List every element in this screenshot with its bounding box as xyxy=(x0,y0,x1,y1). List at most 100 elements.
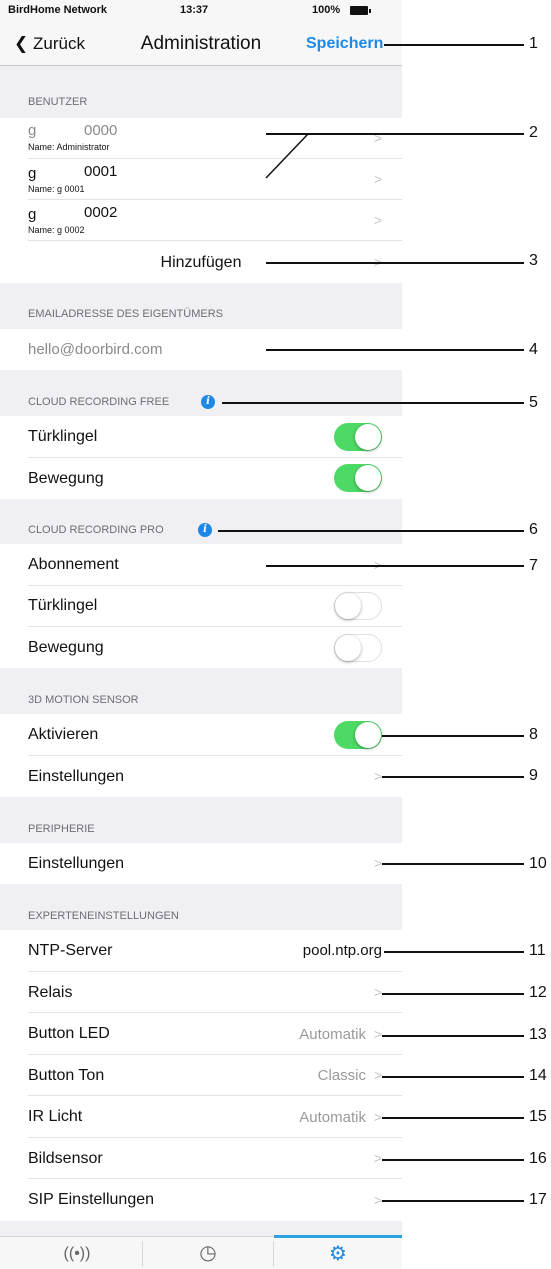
callout-number: 12 xyxy=(529,984,547,1001)
section-header-cloud-pro: CLOUD RECORDING PRO i xyxy=(0,499,402,544)
callout-line xyxy=(382,1035,524,1037)
callout-line xyxy=(222,402,524,404)
row-label: Abonnement xyxy=(28,556,119,573)
info-icon[interactable]: i xyxy=(198,523,212,537)
user-name: Name: g 0002 xyxy=(28,225,85,235)
row-label: IR Licht xyxy=(28,1108,83,1125)
cloud-pro-doorbell-toggle[interactable] xyxy=(334,592,382,620)
row-label: Bildsensor xyxy=(28,1150,103,1167)
row-label: Aktivieren xyxy=(28,726,99,743)
section-title: BENUTZER xyxy=(28,96,88,108)
clock: 13:37 xyxy=(180,4,209,16)
callout-line xyxy=(382,735,524,737)
section-title: PERIPHERIE xyxy=(28,823,95,835)
cloud-free-motion-toggle[interactable] xyxy=(334,464,382,492)
callout-line xyxy=(382,863,524,865)
user-number: 0001 xyxy=(84,163,118,180)
chevron-right-icon: > xyxy=(373,212,382,228)
section-title: 3D MOTION SENSOR xyxy=(28,694,139,706)
ntp-server-row[interactable]: NTP-Server pool.ntp.org xyxy=(0,930,402,972)
cloud-free-motion-row: Bewegung xyxy=(0,458,402,499)
chevron-right-icon: > xyxy=(373,1109,382,1125)
user-name: Name: Administrator xyxy=(28,142,110,152)
cloud-pro-motion-toggle[interactable] xyxy=(334,634,382,662)
callout-number: 3 xyxy=(529,252,538,269)
callout-line xyxy=(382,1076,524,1078)
callout-number: 8 xyxy=(529,726,538,743)
motion-settings-row[interactable]: Einstellungen > xyxy=(0,756,402,797)
callout-number: 9 xyxy=(529,767,538,784)
ir-light-row[interactable]: IR Licht Automatik > xyxy=(0,1096,402,1138)
callout-number: 2 xyxy=(529,124,538,141)
callout-number: 11 xyxy=(529,942,546,959)
section-header-owner-email: EMAILADRESSE DES EIGENTÜMERS xyxy=(0,283,402,329)
chevron-right-icon: > xyxy=(373,1150,382,1166)
chevron-right-icon: > xyxy=(373,1026,382,1042)
button-led-row[interactable]: Button LED Automatik > xyxy=(0,1013,402,1055)
callout-number: 17 xyxy=(529,1191,547,1208)
ntp-server-value: pool.ntp.org xyxy=(302,942,382,959)
user-number: 0000 xyxy=(84,122,118,139)
button-tone-row[interactable]: Button Ton Classic > xyxy=(0,1055,402,1096)
row-label: Bewegung xyxy=(28,639,104,656)
ir-light-value: Automatik xyxy=(299,1109,366,1126)
callout-line xyxy=(382,1200,524,1202)
row-label: Bewegung xyxy=(28,470,104,487)
callout-diagonal-line xyxy=(265,133,309,179)
sip-settings-row[interactable]: SIP Einstellungen > xyxy=(0,1179,402,1221)
section-header-cloud-free: CLOUD RECORDING FREE i xyxy=(0,370,402,416)
cloud-pro-motion-row: Bewegung xyxy=(0,627,402,668)
callout-line xyxy=(382,776,524,778)
user-row[interactable]: g 0002 Name: g 0002 > xyxy=(0,200,402,241)
section-header-motion-sensor: 3D MOTION SENSOR xyxy=(0,668,402,714)
user-letter: g xyxy=(28,165,37,182)
row-label: SIP Einstellungen xyxy=(28,1191,155,1208)
relay-row[interactable]: Relais > xyxy=(0,972,402,1013)
broadcast-icon[interactable]: ((•)) xyxy=(12,1237,142,1269)
user-name: Name: g 0001 xyxy=(28,184,85,194)
section-title: CLOUD RECORDING FREE xyxy=(28,396,170,408)
image-sensor-row[interactable]: Bildsensor > xyxy=(0,1138,402,1179)
history-icon[interactable]: ◷ xyxy=(143,1237,273,1269)
callout-number: 15 xyxy=(529,1108,547,1125)
chevron-right-icon: > xyxy=(373,855,382,871)
callout-number: 14 xyxy=(529,1067,547,1084)
periphery-settings-row[interactable]: Einstellungen > xyxy=(0,843,402,884)
button-led-value: Automatik xyxy=(299,1026,366,1043)
row-label: Türklingel xyxy=(28,428,98,445)
save-button[interactable]: Speichern xyxy=(306,35,383,53)
cloud-free-doorbell-row: Türklingel xyxy=(0,416,402,458)
row-label: Relais xyxy=(28,984,73,1001)
chevron-right-icon: > xyxy=(373,984,382,1000)
settings-gear-icon[interactable]: ⚙ xyxy=(274,1235,402,1269)
cloud-free-doorbell-toggle[interactable] xyxy=(334,423,382,451)
battery-percent: 100% xyxy=(312,4,341,16)
callout-line xyxy=(266,349,524,351)
navigation-bar: ❮ Zurück Administration Speichern xyxy=(0,22,402,66)
status-bar: BirdHome Network 13:37 100% xyxy=(0,0,402,22)
row-label: Einstellungen xyxy=(28,855,125,872)
section-title: EXPERTENEINSTELLUNGEN xyxy=(28,910,179,922)
user-number: 0002 xyxy=(84,204,118,221)
info-icon[interactable]: i xyxy=(201,395,215,409)
callout-line xyxy=(218,530,524,532)
callout-number: 5 xyxy=(529,394,538,411)
callout-number: 13 xyxy=(529,1026,547,1043)
section-title: CLOUD RECORDING PRO xyxy=(28,524,164,536)
section-header-expert: EXPERTENEINSTELLUNGEN xyxy=(0,884,402,930)
callout-number: 4 xyxy=(529,341,538,358)
owner-email-value: hello@doorbird.com xyxy=(28,341,163,358)
chevron-right-icon: > xyxy=(373,171,382,187)
callout-line xyxy=(382,1159,524,1161)
callout-number: 1 xyxy=(529,35,538,52)
callout-line xyxy=(382,1117,524,1119)
callout-number: 10 xyxy=(529,855,547,872)
user-row[interactable]: g 0001 Name: g 0001 > xyxy=(0,159,402,200)
chevron-right-icon: > xyxy=(373,1192,382,1208)
callout-line xyxy=(266,262,524,264)
callout-number: 16 xyxy=(529,1150,547,1167)
row-label: Einstellungen xyxy=(28,768,125,785)
section-header-users: BENUTZER xyxy=(0,66,402,118)
motion-activate-toggle[interactable] xyxy=(334,721,382,749)
user-row[interactable]: g 0000 Name: Administrator > xyxy=(0,118,402,159)
